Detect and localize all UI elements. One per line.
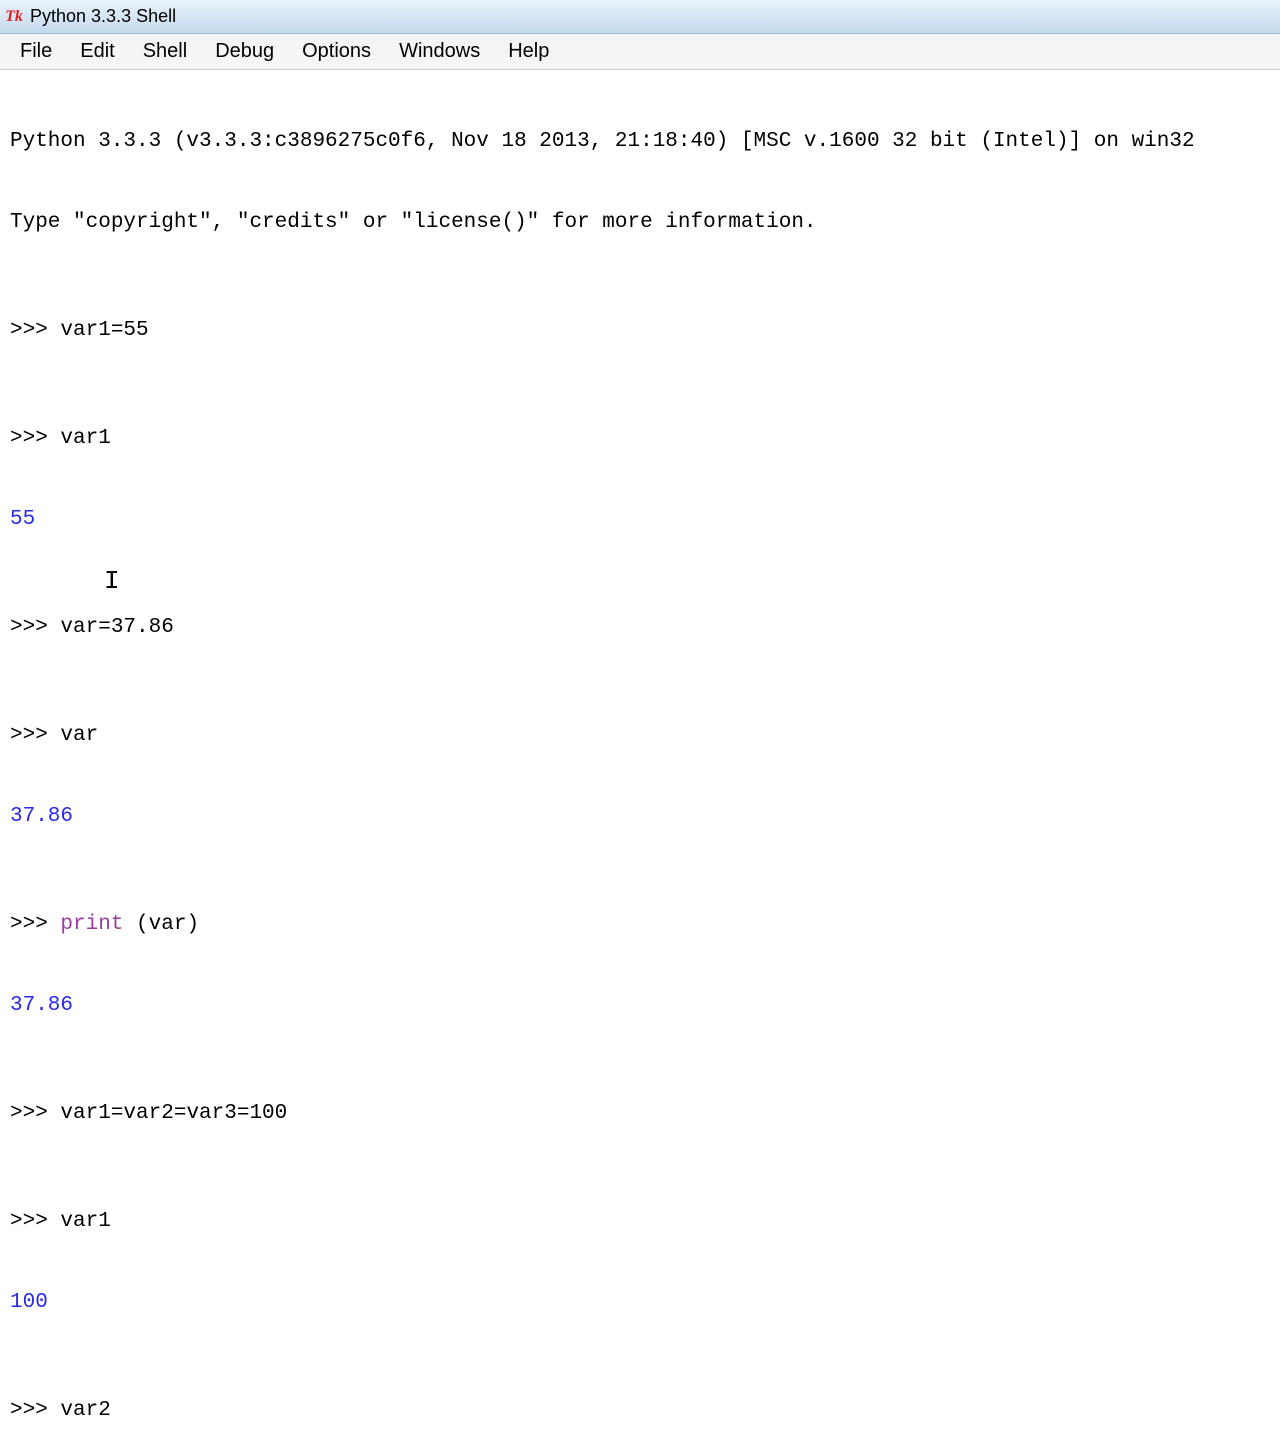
code-text: var1 (60, 427, 110, 450)
shell-output: 37.86 (10, 803, 1270, 830)
prompt: >>> (10, 427, 60, 450)
code-text: var=37.86 (60, 616, 173, 639)
prompt: >>> (10, 1210, 60, 1233)
window-title: Python 3.3.3 Shell (30, 6, 176, 27)
banner-line: Type "copyright", "credits" or "license(… (10, 209, 1270, 236)
menu-file[interactable]: File (6, 36, 66, 67)
shell-output: 37.86 (10, 992, 1270, 1019)
app-icon: Tk (4, 7, 24, 27)
menubar: File Edit Shell Debug Options Windows He… (0, 34, 1280, 70)
shell-input-line: >>> var1=var2=var3=100 (10, 1100, 1270, 1127)
prompt: >>> (10, 1399, 60, 1422)
menu-edit[interactable]: Edit (66, 36, 128, 67)
prompt: >>> (10, 913, 60, 936)
shell-input-line: >>> var=37.86 (10, 614, 1270, 641)
shell-input-line: >>> var1 (10, 1208, 1270, 1235)
menu-windows[interactable]: Windows (385, 36, 494, 67)
shell-input-line: >>> var1=55 (10, 317, 1270, 344)
prompt: >>> (10, 616, 60, 639)
shell-input-line: >>> var2 (10, 1397, 1270, 1424)
prompt: >>> (10, 724, 60, 747)
shell-input-line: >>> var1 (10, 425, 1270, 452)
code-text: var1=var2=var3=100 (60, 1102, 287, 1125)
titlebar: Tk Python 3.3.3 Shell (0, 0, 1280, 34)
code-text: var (60, 724, 98, 747)
mouse-ibeam-cursor: I (104, 568, 120, 595)
shell-output: 100 (10, 1289, 1270, 1316)
code-text: (var) (123, 913, 199, 936)
code-text: var2 (60, 1399, 110, 1422)
code-text: var1=55 (60, 319, 148, 342)
prompt: >>> (10, 1102, 60, 1125)
menu-help[interactable]: Help (494, 36, 563, 67)
code-text: var1 (60, 1210, 110, 1233)
menu-debug[interactable]: Debug (201, 36, 288, 67)
prompt: >>> (10, 319, 60, 342)
menu-shell[interactable]: Shell (129, 36, 201, 67)
shell-input-line: >>> print (var) (10, 911, 1270, 938)
menu-options[interactable]: Options (288, 36, 385, 67)
shell-input-line: >>> var (10, 722, 1270, 749)
shell-output: 55 (10, 506, 1270, 533)
builtin-name: print (60, 913, 123, 936)
banner-line: Python 3.3.3 (v3.3.3:c3896275c0f6, Nov 1… (10, 128, 1270, 155)
shell-text-area[interactable]: Python 3.3.3 (v3.3.3:c3896275c0f6, Nov 1… (0, 70, 1280, 1440)
